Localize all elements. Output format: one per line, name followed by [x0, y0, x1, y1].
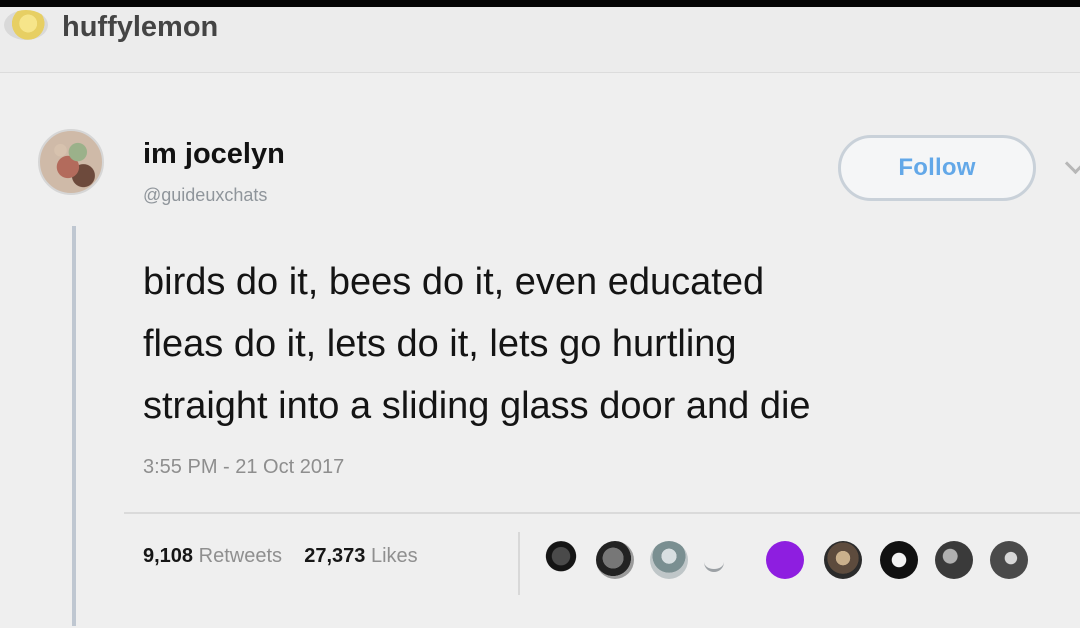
- likes-count[interactable]: 27,373: [304, 545, 365, 567]
- retweets-label[interactable]: Retweets: [199, 545, 282, 567]
- thread-line: [72, 226, 76, 626]
- tumblr-username[interactable]: huffylemon: [62, 11, 218, 44]
- profile-avatar[interactable]: [38, 129, 104, 195]
- likes-label[interactable]: Likes: [371, 545, 418, 567]
- tweet-text: birds do it, bees do it, even educated f…: [143, 251, 1073, 437]
- liker-avatars: [542, 539, 1062, 589]
- tweet-text-line-1: birds do it, bees do it, even educated: [143, 261, 765, 303]
- follow-button[interactable]: Follow: [838, 135, 1036, 201]
- liker-avatar[interactable]: [824, 541, 862, 579]
- retweets-count[interactable]: 9,108: [143, 545, 193, 567]
- liker-avatar[interactable]: [880, 541, 918, 579]
- chevron-down-icon[interactable]: [1064, 152, 1080, 175]
- tumblr-post-header: huffylemon: [0, 7, 1080, 47]
- liker-avatar[interactable]: [704, 557, 724, 572]
- divider: [124, 512, 1080, 514]
- top-bar: [0, 0, 1080, 7]
- follow-button-label: Follow: [898, 154, 976, 181]
- liker-avatar[interactable]: [935, 541, 973, 579]
- liker-avatar[interactable]: [990, 541, 1028, 579]
- tweet-timestamp[interactable]: 3:55 PM - 21 Oct 2017: [143, 456, 344, 479]
- user-handle[interactable]: @guideuxchats: [143, 185, 267, 206]
- liker-avatar[interactable]: [596, 541, 634, 579]
- liker-avatar[interactable]: [766, 541, 804, 579]
- tweet-card: im jocelyn @guideuxchats Follow birds do…: [0, 72, 1080, 628]
- liker-avatar[interactable]: [542, 541, 580, 579]
- tweet-stats: 9,108 Retweets 27,373 Likes: [143, 545, 418, 568]
- stats-separator: [518, 532, 520, 595]
- tumblr-avatar[interactable]: [4, 10, 48, 40]
- liker-avatar[interactable]: [650, 541, 688, 579]
- tweet-text-line-3: straight into a sliding glass door and d…: [143, 385, 811, 427]
- tweet-text-line-2: fleas do it, lets do it, lets go hurtlin…: [143, 323, 737, 365]
- display-name[interactable]: im jocelyn: [143, 138, 285, 171]
